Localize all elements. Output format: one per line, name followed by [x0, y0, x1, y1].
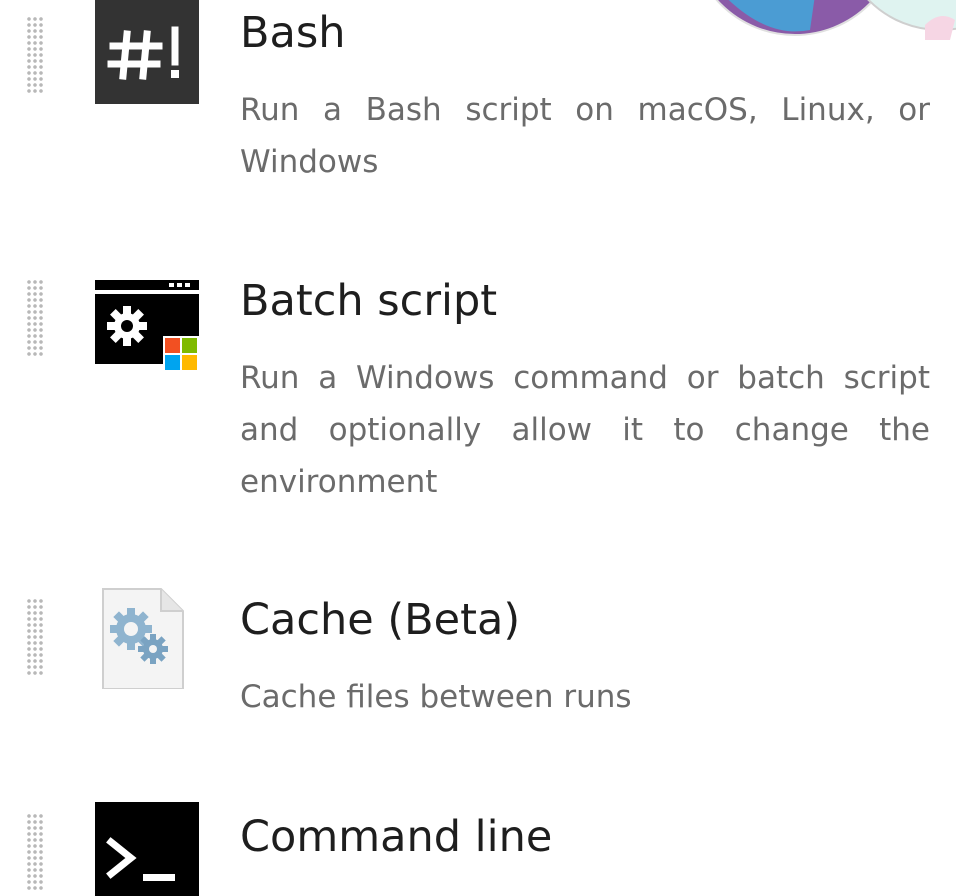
task-catalog-panel: Bash Run a Bash script on macOS, Linux, … — [0, 0, 956, 896]
terminal-prompt-icon — [95, 802, 199, 896]
hashbang-icon — [95, 0, 199, 104]
drag-handle-icon[interactable] — [25, 278, 45, 358]
cache-gears-icon — [102, 588, 184, 689]
drag-handle-icon[interactable] — [25, 812, 45, 892]
batch-gear-windows-icon — [95, 280, 199, 384]
task-title: Cache (Beta) — [240, 595, 521, 645]
task-item-cache-beta[interactable]: Cache (Beta) Cache files between runs — [0, 585, 956, 735]
task-title: Bash — [240, 8, 346, 58]
task-description: Run a Bash script on macOS, Linux, or Wi… — [240, 92, 930, 180]
task-item-batch-script[interactable]: Batch script Run a Windows command or ba… — [0, 270, 956, 510]
drag-handle-icon[interactable] — [25, 597, 45, 677]
task-item-command-line[interactable]: Command line — [0, 800, 956, 896]
task-item-bash[interactable]: Bash Run a Bash script on macOS, Linux, … — [0, 0, 956, 200]
task-title: Command line — [240, 812, 553, 862]
drag-handle-icon[interactable] — [25, 15, 45, 95]
task-description: Run a Windows command or batch script an… — [240, 360, 930, 500]
task-title: Batch script — [240, 276, 498, 326]
task-description: Cache files between runs — [240, 679, 632, 715]
